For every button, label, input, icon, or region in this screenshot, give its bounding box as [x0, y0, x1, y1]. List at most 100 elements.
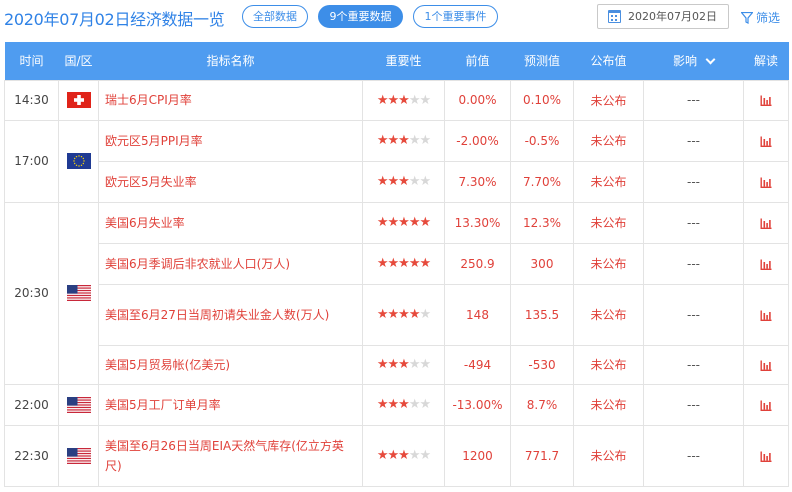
importance-cell: ★★★★★ — [362, 160, 445, 203]
country-flag-cell — [58, 79, 99, 121]
actual-value-cell: 未公布 — [573, 160, 644, 203]
time-cell: 22:00 — [4, 383, 59, 426]
forecast-value-cell: 0.10% — [510, 79, 574, 121]
forecast-value-cell: 771.7 — [510, 424, 574, 487]
previous-value-cell: 250.9 — [444, 242, 511, 285]
country-flag-cell — [58, 424, 99, 487]
country-flag-cell — [58, 119, 99, 203]
previous-value-cell: 148 — [444, 283, 511, 346]
indicator-name-cell[interactable]: 美国6月失业率 — [98, 201, 363, 244]
column-header-impact[interactable]: 影响 — [643, 42, 744, 80]
forecast-value-cell: 8.7% — [510, 383, 574, 426]
interpretation-cell[interactable] — [743, 344, 789, 385]
indicator-name-cell[interactable]: 美国至6月26日当周EIA天然气库存(亿立方英尺) — [98, 424, 363, 487]
impact-cell: --- — [643, 383, 744, 426]
bar-chart-icon[interactable] — [760, 451, 772, 462]
date-value: 2020年07月02日 — [628, 10, 717, 23]
table-row: 美国6月季调后非农就业人口(万人) ★★★★★ 250.9 300 未公布 --- — [5, 242, 789, 285]
bar-chart-icon[interactable] — [760, 259, 772, 270]
bar-chart-icon[interactable] — [760, 360, 772, 371]
bar-chart-icon[interactable] — [760, 400, 772, 411]
actual-value-cell: 未公布 — [573, 283, 644, 346]
indicator-name-cell[interactable]: 美国6月季调后非农就业人口(万人) — [98, 242, 363, 285]
indicator-name-cell[interactable]: 美国5月工厂订单月率 — [98, 383, 363, 426]
interpretation-cell[interactable] — [743, 383, 789, 426]
usa-flag-icon — [66, 396, 91, 413]
top-bar: 2020年07月02日经济数据一览 全部数据 9个重要数据 1个重要事件 202… — [0, 0, 792, 34]
indicator-name-cell[interactable]: 瑞士6月CPI月率 — [98, 79, 363, 121]
date-picker[interactable]: 2020年07月02日 — [597, 4, 729, 29]
importance-stars: ★★★★★ — [376, 357, 431, 372]
time-cell: 14:30 — [4, 79, 59, 121]
interpretation-cell[interactable] — [743, 160, 789, 203]
impact-cell: --- — [643, 119, 744, 162]
filter-button[interactable]: 筛选 — [740, 9, 780, 26]
filter-important-data-button[interactable]: 9个重要数据 — [318, 5, 403, 28]
indicator-name-cell[interactable]: 美国至6月27日当周初请失业金人数(万人) — [98, 283, 363, 346]
bar-chart-icon[interactable] — [760, 136, 772, 147]
table-row: 欧元区5月失业率 ★★★★★ 7.30% 7.70% 未公布 --- — [5, 160, 789, 203]
impact-cell: --- — [643, 201, 744, 244]
interpretation-cell[interactable] — [743, 242, 789, 285]
bar-chart-icon[interactable] — [760, 177, 772, 188]
filter-all-data-button[interactable]: 全部数据 — [242, 5, 308, 28]
chevron-down-icon — [705, 54, 716, 65]
forecast-value-cell: 300 — [510, 242, 574, 285]
column-header-forecast: 预测值 — [510, 42, 574, 80]
bar-chart-icon[interactable] — [760, 218, 772, 229]
column-header-previous: 前值 — [444, 42, 511, 80]
impact-cell: --- — [643, 344, 744, 385]
importance-cell: ★★★★★ — [362, 283, 445, 346]
importance-stars: ★★★★★ — [376, 307, 431, 322]
impact-cell: --- — [643, 424, 744, 487]
interpretation-cell[interactable] — [743, 424, 789, 487]
table-row: 17:00 欧元区5月PPI月率 ★★★★★ -2.00% -0.5% 未公布 --- — [4, 119, 789, 203]
actual-value-cell: 未公布 — [573, 79, 644, 121]
country-flag-cell — [58, 201, 99, 385]
previous-value-cell: 1200 — [444, 424, 511, 487]
importance-cell: ★★★★★ — [362, 119, 445, 162]
actual-value-cell: 未公布 — [573, 383, 644, 426]
importance-cell: ★★★★★ — [362, 344, 445, 385]
column-header-time: 时间 — [4, 42, 59, 80]
column-header-indicator: 指标名称 — [98, 42, 363, 80]
time-cell: 22:30 — [4, 424, 59, 487]
forecast-value-cell: -530 — [510, 344, 574, 385]
usa-flag-icon — [66, 447, 91, 464]
table-row: 22:30 美国至6月26日当周EIA天然气库存(亿立方英尺) ★★★★★ 1200 7… — [4, 424, 789, 487]
importance-cell: ★★★★★ — [362, 201, 445, 244]
table-row: 美国5月贸易帐(亿美元) ★★★★★ -494 -530 未公布 --- — [5, 344, 789, 385]
interpretation-cell[interactable] — [743, 201, 789, 244]
importance-stars: ★★★★★ — [376, 174, 431, 189]
bar-chart-icon[interactable] — [760, 95, 772, 106]
funnel-icon — [740, 11, 754, 24]
interpretation-cell[interactable] — [743, 79, 789, 121]
bar-chart-icon[interactable] — [760, 310, 772, 321]
previous-value-cell: -494 — [444, 344, 511, 385]
switzerland-flag-icon — [66, 92, 91, 108]
usa-flag-icon — [66, 285, 91, 301]
importance-cell: ★★★★★ — [362, 424, 445, 487]
actual-value-cell: 未公布 — [573, 424, 644, 487]
forecast-value-cell: 135.5 — [510, 283, 574, 346]
interpretation-cell[interactable] — [743, 119, 789, 162]
importance-stars: ★★★★★ — [376, 448, 431, 463]
importance-cell: ★★★★★ — [362, 79, 445, 121]
column-header-country: 国/区 — [58, 42, 99, 80]
impact-cell: --- — [643, 160, 744, 203]
economic-data-table: 时间 国/区 指标名称 重要性 前值 预测值 公布值 影响 解读 14:30 瑞士… — [4, 42, 789, 487]
table-header-row: 时间 国/区 指标名称 重要性 前值 预测值 公布值 影响 解读 — [4, 42, 789, 80]
importance-stars: ★★★★★ — [376, 256, 431, 271]
column-header-importance: 重要性 — [362, 42, 445, 80]
time-cell: 17:00 — [4, 119, 59, 203]
previous-value-cell: 7.30% — [444, 160, 511, 203]
indicator-name-cell[interactable]: 美国5月贸易帐(亿美元) — [98, 344, 363, 385]
importance-stars: ★★★★★ — [376, 92, 431, 108]
indicator-name-cell[interactable]: 欧元区5月PPI月率 — [98, 119, 363, 162]
importance-stars: ★★★★★ — [376, 215, 431, 230]
previous-value-cell: 0.00% — [444, 79, 511, 121]
indicator-name-cell[interactable]: 欧元区5月失业率 — [98, 160, 363, 203]
interpretation-cell[interactable] — [743, 283, 789, 346]
importance-stars: ★★★★★ — [376, 397, 431, 412]
filter-important-events-button[interactable]: 1个重要事件 — [413, 5, 498, 28]
